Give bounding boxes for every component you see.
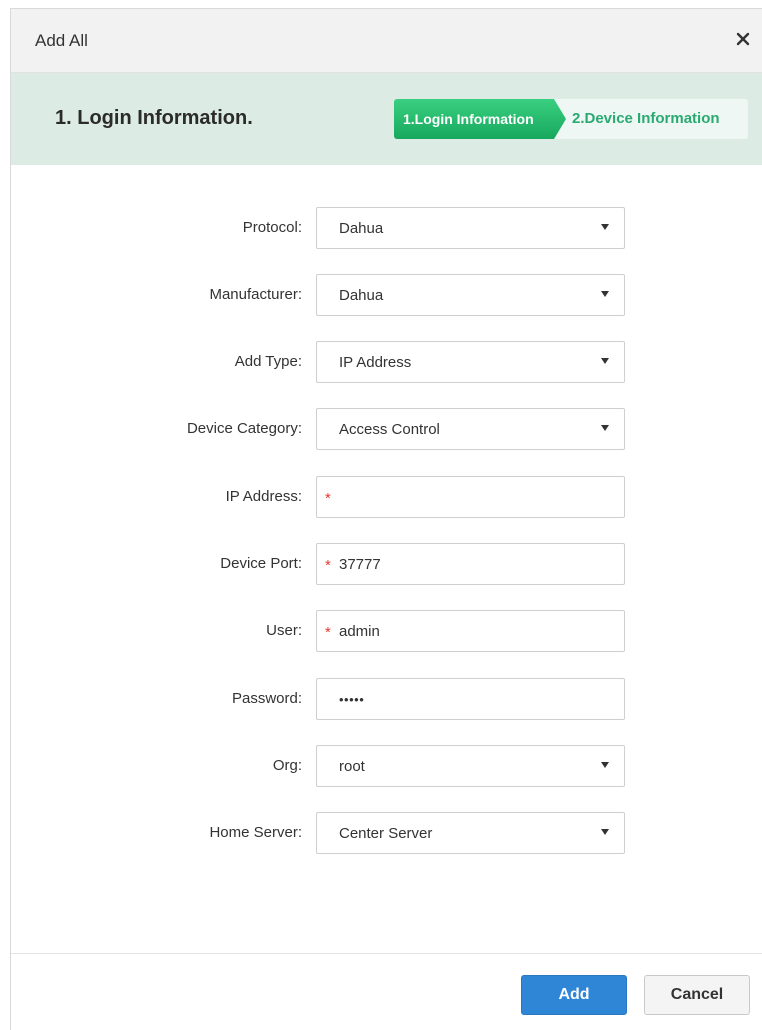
home-server-label: Home Server:: [209, 824, 302, 841]
step-device-information[interactable]: 2.Device Information: [544, 99, 748, 139]
manufacturer-label: Manufacturer:: [209, 286, 302, 303]
org-label: Org:: [272, 757, 302, 774]
user-value: admin: [339, 623, 380, 640]
ip-address-label: IP Address:: [225, 488, 302, 505]
add-type-label: Add Type:: [234, 353, 302, 370]
device-category-select[interactable]: Access Control: [316, 408, 625, 450]
cancel-button[interactable]: Cancel: [644, 975, 750, 1015]
add-button[interactable]: Add: [521, 975, 627, 1015]
protocol-label: Protocol:: [242, 219, 302, 236]
device-port-field[interactable]: * 37777: [316, 543, 625, 585]
user-label: User:: [266, 622, 302, 639]
protocol-value: Dahua: [339, 220, 384, 237]
manufacturer-row: Manufacturer: Dahua: [11, 274, 762, 316]
home-server-value: Center Server: [339, 825, 433, 842]
device-port-label: Device Port:: [220, 555, 302, 572]
required-asterisk: *: [325, 624, 331, 641]
dialog-titlebar: Add All: [11, 9, 762, 73]
password-field[interactable]: •••••: [316, 678, 625, 720]
protocol-row: Protocol: Dahua: [11, 207, 762, 249]
add-type-value: IP Address: [339, 354, 412, 371]
add-type-row: Add Type: IP Address: [11, 341, 762, 383]
device-category-value: Access Control: [339, 421, 440, 438]
ip-address-field[interactable]: *: [316, 476, 625, 518]
chevron-down-icon: [601, 224, 609, 230]
step-login-information[interactable]: 1.Login Information: [394, 99, 566, 139]
device-category-label: Device Category:: [186, 420, 302, 437]
org-select[interactable]: root: [316, 745, 625, 787]
user-field[interactable]: * admin: [316, 610, 625, 652]
user-row: User: * admin: [11, 610, 762, 652]
step-banner: 1. Login Information. 2.Device Informati…: [11, 73, 762, 165]
required-asterisk: *: [325, 557, 331, 574]
password-value: •••••: [339, 692, 365, 707]
manufacturer-value: Dahua: [339, 287, 384, 304]
org-value: root: [339, 758, 365, 775]
org-row: Org: root: [11, 745, 762, 787]
device-port-row: Device Port: * 37777: [11, 543, 762, 585]
password-label: Password:: [231, 690, 302, 707]
device-port-value: 37777: [339, 556, 381, 573]
manufacturer-select[interactable]: Dahua: [316, 274, 625, 316]
chevron-down-icon: [601, 762, 609, 768]
password-row: Password: •••••: [11, 678, 762, 720]
step-indicator: 2.Device Information 1.Login Information: [394, 99, 748, 139]
protocol-select[interactable]: Dahua: [316, 207, 625, 249]
dialog-title: Add All: [35, 31, 88, 50]
chevron-down-icon: [601, 829, 609, 835]
add-all-dialog: Add All 1. Login Information. 2.Device I…: [10, 8, 762, 1030]
home-server-row: Home Server: Center Server: [11, 812, 762, 854]
device-category-row: Device Category: Access Control: [11, 408, 762, 450]
ip-address-row: IP Address: *: [11, 476, 762, 518]
step-heading: 1. Login Information.: [55, 107, 253, 129]
footer-divider: [11, 953, 762, 954]
close-icon[interactable]: [731, 27, 755, 51]
add-type-select[interactable]: IP Address: [316, 341, 625, 383]
chevron-down-icon: [601, 425, 609, 431]
chevron-down-icon: [601, 358, 609, 364]
chevron-down-icon: [601, 291, 609, 297]
home-server-select[interactable]: Center Server: [316, 812, 625, 854]
required-asterisk: *: [325, 490, 331, 507]
